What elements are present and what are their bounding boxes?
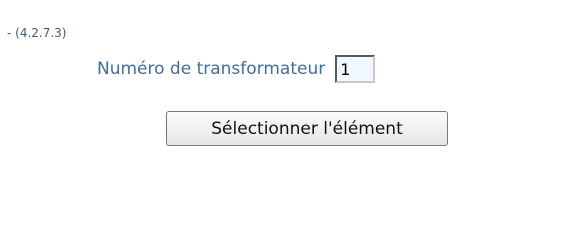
transformer-number-row: Numéro de transformateur — [97, 55, 376, 83]
version-label: - (4.2.7.3) — [7, 26, 67, 40]
transformer-number-input[interactable] — [335, 55, 376, 83]
transformer-number-label: Numéro de transformateur — [97, 59, 326, 79]
page: - (4.2.7.3) Numéro de transformateur Sél… — [0, 0, 571, 251]
select-element-button[interactable]: Sélectionner l'élément — [166, 111, 448, 146]
